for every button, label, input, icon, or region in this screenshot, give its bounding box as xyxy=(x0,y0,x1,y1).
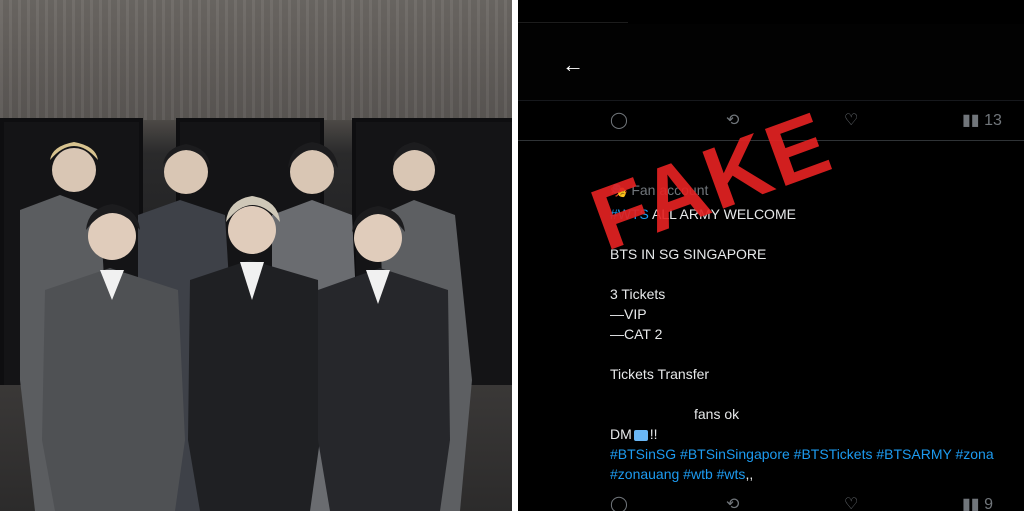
reply-icon[interactable]: ◯ xyxy=(610,494,628,511)
views-count: 9 xyxy=(984,496,993,511)
post-line: —CAT 2 xyxy=(610,326,663,342)
like-icon[interactable]: ♡ xyxy=(844,110,858,130)
back-arrow-icon[interactable]: ← xyxy=(562,52,584,78)
hashtags-line-1[interactable]: #BTSinSG #BTSinSingapore #BTSTickets #BT… xyxy=(610,446,994,462)
tweet-screenshot: ← ◯ ⟲ ♡ ▮▮ 13 🎭 Fan account #WTS ALL ARM… xyxy=(518,0,1024,511)
hashtags-line-2: #zonauang #wtb #wts,, xyxy=(610,466,754,482)
post-line: —VIP xyxy=(610,306,647,322)
views-icon[interactable]: ▮▮ 9 xyxy=(962,494,993,511)
tweet-header xyxy=(518,24,1024,101)
actions-bottom: ◯ ⟲ ♡ ▮▮ 9 xyxy=(518,494,1024,511)
reply-icon[interactable]: ◯ xyxy=(610,110,628,130)
post-line-dm: DM!! xyxy=(610,426,658,442)
post-line: fans ok xyxy=(694,406,740,422)
envelope-icon xyxy=(633,429,648,441)
post-line: Tickets Transfer xyxy=(610,366,710,382)
retweet-icon[interactable]: ⟲ xyxy=(726,494,739,511)
views-icon[interactable]: ▮▮ 13 xyxy=(962,110,1002,130)
redacted-bar xyxy=(518,0,628,23)
post-line: 3 Tickets xyxy=(610,286,666,302)
views-count: 13 xyxy=(984,112,1002,129)
group-photo xyxy=(0,0,512,511)
group-figures xyxy=(20,142,472,511)
like-icon[interactable]: ♡ xyxy=(844,494,858,511)
